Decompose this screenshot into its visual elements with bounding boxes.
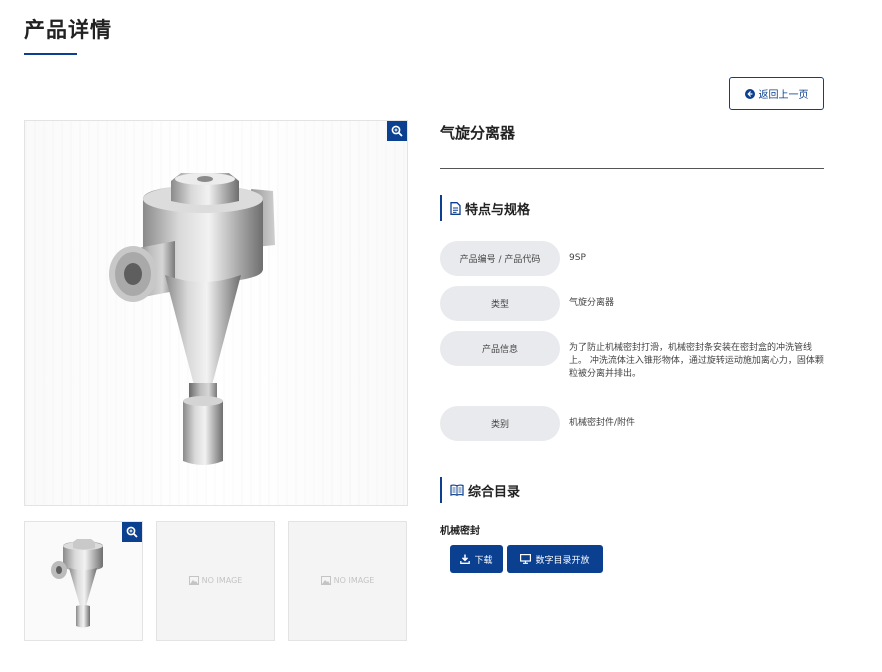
thumbnail-1[interactable]: [24, 521, 143, 641]
divider: [440, 168, 824, 169]
spec-value-type: 气旋分离器: [569, 298, 615, 308]
specs-heading-label: 特点与规格: [465, 202, 531, 218]
back-button[interactable]: 返回上一页: [729, 77, 824, 110]
zoom-in-icon: [391, 125, 403, 137]
no-image-placeholder: NO IMAGE: [157, 576, 274, 585]
monitor-icon: [520, 554, 532, 564]
spec-label-info: 产品信息: [440, 331, 560, 366]
image-placeholder-icon: [320, 576, 331, 585]
spec-label-category: 类别: [440, 406, 560, 441]
spec-value-category: 机械密封件/附件: [569, 418, 636, 428]
catalog-name: 机械密封: [440, 526, 480, 537]
product-name: 气旋分离器: [440, 124, 516, 142]
document-icon: [450, 201, 461, 215]
cyclone-separator-image: [109, 173, 275, 465]
spec-label-type: 类型: [440, 286, 560, 321]
back-button-label: 返回上一页: [758, 90, 809, 101]
zoom-button[interactable]: [387, 121, 407, 141]
download-button-label: 下载: [474, 555, 493, 566]
no-image-label: NO IMAGE: [333, 576, 375, 585]
thumbnail-zoom-button[interactable]: [122, 522, 142, 542]
no-image-label: NO IMAGE: [201, 576, 243, 585]
no-image-placeholder: NO IMAGE: [289, 576, 406, 585]
image-placeholder-icon: [188, 576, 199, 585]
spec-value-info: 为了防止机械密封打滑，机械密封条安装在密封盒的冲洗管线上。 冲洗流体注入锥形物体…: [569, 343, 824, 379]
spec-value-product-code: 9SP: [569, 253, 586, 263]
thumbnail-2[interactable]: NO IMAGE: [156, 521, 275, 641]
catalog-heading-label: 综合目录: [468, 484, 521, 500]
arrow-left-circle-icon: [744, 88, 755, 99]
title-underline: [24, 53, 77, 55]
download-button[interactable]: 下载: [450, 545, 503, 573]
page-title: 产品详情: [24, 18, 112, 42]
download-icon: [460, 554, 471, 564]
catalog-heading: 综合目录: [440, 477, 520, 503]
zoom-in-icon: [126, 526, 138, 538]
specs-heading: 特点与规格: [440, 195, 530, 221]
digital-catalog-button-label: 数字目录开放: [535, 555, 590, 566]
spec-label-product-code: 产品编号 / 产品代码: [440, 241, 560, 276]
digital-catalog-button[interactable]: 数字目录开放: [507, 545, 603, 573]
book-icon: [450, 484, 464, 496]
main-product-image: [24, 120, 408, 506]
thumbnail-3[interactable]: NO IMAGE: [288, 521, 407, 641]
